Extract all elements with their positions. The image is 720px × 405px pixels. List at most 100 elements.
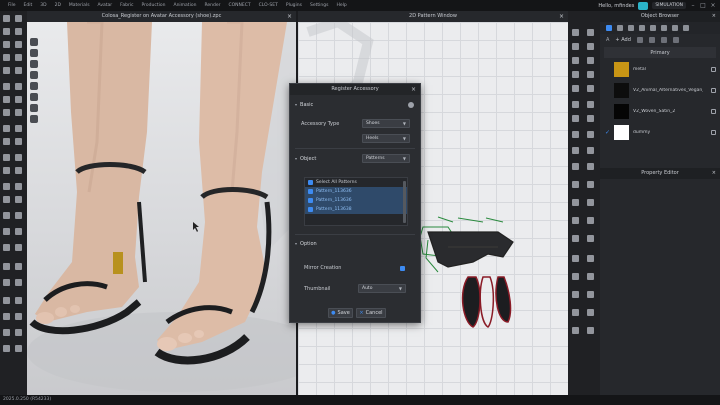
close-icon[interactable]: ×	[710, 2, 716, 9]
import-tool-icon[interactable]	[15, 279, 22, 286]
tab-trim-icon[interactable]	[661, 25, 667, 31]
sew-tool-icon[interactable]	[15, 67, 22, 74]
list-item[interactable]: V2_Animal_Alternatives_Vegan_Leather	[600, 80, 720, 101]
strain-map-tool-icon[interactable]	[15, 212, 22, 219]
hand-tool-icon[interactable]	[15, 313, 22, 320]
light-tool-icon[interactable]	[15, 167, 22, 174]
menu-clo-set[interactable]: CLO-SET	[255, 3, 282, 8]
fit-map-tool-icon[interactable]	[3, 212, 10, 219]
accessory-subtype-select[interactable]: Heels ▼	[362, 134, 410, 143]
2d-annotation-icon[interactable]	[587, 217, 594, 224]
2d-puckering-icon[interactable]	[572, 199, 579, 206]
mode-switch[interactable]: SIMULATION	[652, 2, 686, 9]
menu-2d[interactable]: 2D	[51, 3, 65, 8]
button-tool-icon[interactable]	[3, 109, 10, 116]
tack-tool-icon[interactable]	[15, 183, 22, 190]
trim-tool-icon[interactable]	[3, 154, 10, 161]
menu-file[interactable]: File	[4, 3, 20, 8]
list-item[interactable]: metal	[600, 59, 720, 80]
mirror-creation-checkbox[interactable]	[400, 266, 405, 271]
pattern-checkbox[interactable]	[308, 198, 313, 203]
arrange-tool-icon[interactable]	[3, 183, 10, 190]
select-tool-icon[interactable]	[3, 15, 10, 22]
2d-elastic-icon[interactable]	[587, 199, 594, 206]
view-mode-icon[interactable]	[672, 37, 679, 43]
user-greeting[interactable]: Hello, mfindes	[598, 3, 634, 9]
mesh-tool-icon[interactable]	[15, 244, 22, 251]
maximize-icon[interactable]: □	[700, 2, 706, 9]
2d-edit-sew-icon[interactable]	[587, 115, 594, 122]
list-item[interactable]: ✓ dummy	[600, 122, 720, 143]
menu-plugins[interactable]: Plugins	[282, 3, 306, 8]
display-garment-icon[interactable]	[30, 38, 38, 46]
snapshot-tool-icon[interactable]	[3, 297, 10, 304]
2d-circle-icon[interactable]	[572, 57, 579, 64]
tab-graphic-icon[interactable]	[672, 25, 678, 31]
fold-tool-icon[interactable]	[15, 28, 22, 35]
pattern-checkbox[interactable]	[308, 207, 313, 212]
2d-add-point-icon[interactable]	[587, 71, 594, 78]
2d-free-sew-icon[interactable]	[587, 101, 594, 108]
2d-topstitch-icon[interactable]	[572, 163, 579, 170]
topstitch-tool-icon[interactable]	[15, 125, 22, 132]
2d-segment-sew-icon[interactable]	[572, 101, 579, 108]
pin-tool-icon[interactable]	[3, 28, 10, 35]
edit-icon[interactable]	[711, 67, 716, 72]
video-tool-icon[interactable]	[15, 297, 22, 304]
2d-curve-point-icon[interactable]	[572, 85, 579, 92]
camera-tool-icon[interactable]	[3, 167, 10, 174]
2d-check-sew-icon[interactable]	[572, 115, 579, 122]
close-icon[interactable]: ×	[712, 11, 716, 22]
3d-viewport[interactable]	[27, 20, 296, 395]
menu-edit[interactable]: Edit	[20, 3, 37, 8]
curve-tool-icon[interactable]	[15, 54, 22, 61]
avatar-tool-icon[interactable]	[3, 83, 10, 90]
2d-text-style-icon[interactable]	[587, 235, 594, 242]
measure-tool-icon[interactable]	[15, 41, 22, 48]
symmetry-tool-icon[interactable]	[3, 196, 10, 203]
tab-topstitch-icon[interactable]	[650, 25, 656, 31]
cancel-button[interactable]: × Cancel	[356, 308, 386, 318]
minimize-icon[interactable]: –	[690, 2, 696, 9]
menu-animation[interactable]: Animation	[169, 3, 200, 8]
display-pin-icon[interactable]	[30, 82, 38, 90]
layer-tool-icon[interactable]	[15, 196, 22, 203]
piping-tool-icon[interactable]	[3, 138, 10, 145]
graphic-tool-icon[interactable]	[3, 125, 10, 132]
tab-button-icon[interactable]	[628, 25, 634, 31]
menu-materials[interactable]: Materials	[65, 3, 94, 8]
list-item[interactable]: Pattern_113636	[305, 187, 407, 196]
display-texture-icon[interactable]	[30, 71, 38, 79]
2d-select-icon[interactable]	[572, 29, 579, 36]
2d-ruler-icon[interactable]	[572, 217, 579, 224]
2d-settings-icon[interactable]	[587, 327, 594, 334]
2d-buttonhole-icon[interactable]	[587, 147, 594, 154]
2d-grain-icon[interactable]	[572, 181, 579, 188]
accessory-type-select[interactable]: Shoes ▼	[362, 119, 410, 128]
pattern-list-scrollbar[interactable]	[403, 181, 406, 223]
2d-fit-icon[interactable]	[587, 291, 594, 298]
list-item[interactable]: Pattern_113636	[305, 196, 407, 205]
display-shirt-icon[interactable]	[30, 60, 38, 68]
2d-zoom-icon[interactable]	[572, 291, 579, 298]
menu-fabric[interactable]: Fabric	[116, 3, 137, 8]
pattern-checkbox[interactable]	[308, 189, 313, 194]
edit-icon[interactable]	[711, 130, 716, 135]
save-button[interactable]: ● Save	[328, 308, 353, 318]
list-item[interactable]: Pattern_113638	[305, 205, 407, 214]
copy-icon[interactable]	[636, 37, 643, 43]
zipper-tool-icon[interactable]	[15, 109, 22, 116]
ruler-tool-icon[interactable]	[15, 154, 22, 161]
2d-notch-icon[interactable]	[587, 181, 594, 188]
grade-tool-icon[interactable]	[3, 244, 10, 251]
2d-measure-icon[interactable]	[572, 309, 579, 316]
tab-zipper-icon[interactable]	[639, 25, 645, 31]
menu-connect[interactable]: CONNECT	[224, 3, 254, 8]
display-avatar-icon[interactable]	[30, 49, 38, 57]
annotation-tool-icon[interactable]	[3, 313, 10, 320]
2d-mesh-icon[interactable]	[587, 309, 594, 316]
record-tool-icon[interactable]	[15, 263, 22, 270]
2d-internal-line-icon[interactable]	[587, 85, 594, 92]
filter-icon[interactable]: A	[606, 37, 609, 43]
line-tool-icon[interactable]	[3, 54, 10, 61]
